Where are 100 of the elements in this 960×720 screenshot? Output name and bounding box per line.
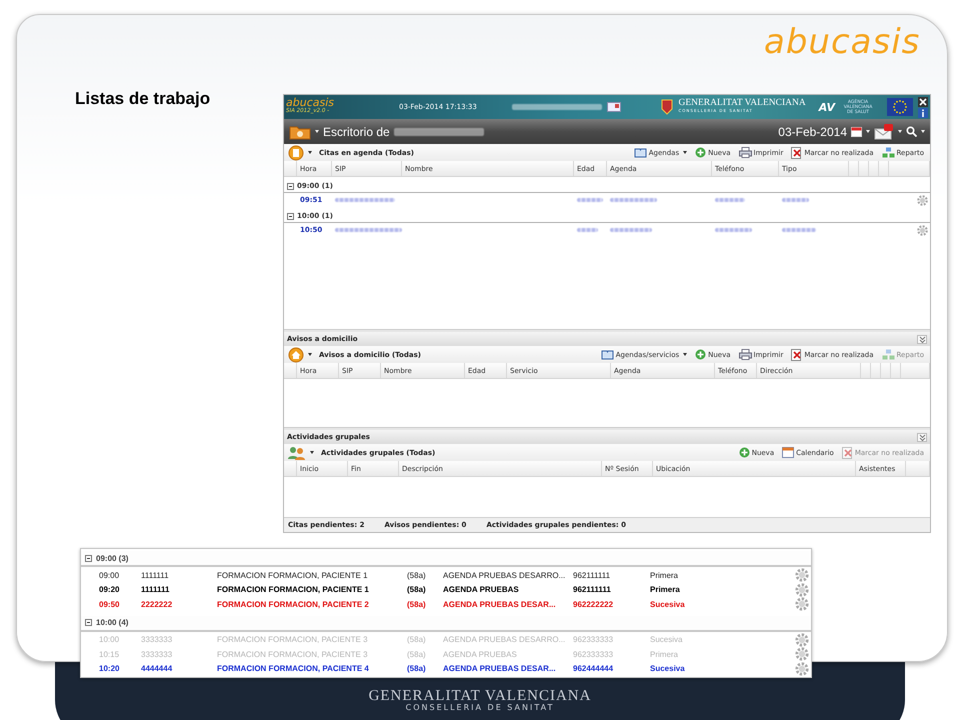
book-icon xyxy=(600,349,614,360)
agenda-cell-text: AGENDA PRUEBAS xyxy=(443,585,520,594)
footer-org-sub: CONSELLERIA DE SANITAT xyxy=(406,703,554,712)
age-cell-text: (58a) xyxy=(407,664,427,674)
time-cell-text: 10:15 xyxy=(99,650,120,659)
plus-icon xyxy=(695,147,706,158)
time-cell-text: 10:20 xyxy=(99,664,120,674)
info-icon xyxy=(919,108,927,116)
type-cell-text: Sucesiva xyxy=(650,635,684,644)
sip-cell-text: 2222222 xyxy=(141,600,174,609)
printer-icon xyxy=(738,349,752,360)
sip-cell-text: 3333333 xyxy=(141,635,174,644)
footer-org: GENERALITAT VALENCIANA xyxy=(368,689,592,703)
agenda-cell-text: AGENDA PRUEBAS DESAR... xyxy=(443,664,557,674)
current-date: 03-Feb-2014 xyxy=(778,124,847,138)
type-cell-text: Primera xyxy=(650,570,680,580)
agenda-cell-text: AGENDA PRUEBAS DESARRO... xyxy=(443,570,566,580)
type-cell-text: Sucesiva xyxy=(650,664,686,674)
time-cell-text: 09:20 xyxy=(99,585,120,594)
desk-title: Escritorio de xyxy=(323,124,390,138)
search-icon[interactable] xyxy=(906,126,917,137)
redacted-text xyxy=(610,228,652,232)
redacted-text xyxy=(577,198,603,202)
name-cell-text: FORMACION FORMACION, PACIENTE 2 xyxy=(217,600,370,609)
age-cell-text: (58a) xyxy=(407,650,427,659)
age-cell-text: (58a) xyxy=(407,600,427,609)
book-icon xyxy=(634,147,647,158)
name-cell-text: FORMACION FORMACION, PACIENTE 4 xyxy=(217,664,370,674)
collapse-icon[interactable] xyxy=(287,212,294,220)
info-button[interactable] xyxy=(918,108,928,118)
home-icon[interactable] xyxy=(288,346,304,362)
agency-logo: AV xyxy=(818,100,835,114)
plus-icon xyxy=(695,349,706,360)
name-cell-text: FORMACION FORMACION, PACIENTE 1 xyxy=(217,570,369,580)
redacted-text xyxy=(577,228,598,232)
type-cell-text: Primera xyxy=(650,585,681,594)
age-cell-text: (58a) xyxy=(407,570,427,580)
calendar-icon[interactable] xyxy=(851,126,862,137)
redacted-text xyxy=(335,228,402,232)
folder-icon[interactable] xyxy=(289,124,311,140)
redacted-text xyxy=(782,228,816,232)
slide-title: Listas de trabajo xyxy=(75,89,210,109)
caret-icon[interactable] xyxy=(310,451,314,454)
agenda-cell-text: AGENDA PRUEBAS xyxy=(443,650,518,659)
printer-icon xyxy=(738,147,752,158)
hierarchy-icon xyxy=(882,349,894,360)
group-label: 10:00 (4) xyxy=(96,618,128,627)
close-button[interactable] xyxy=(918,96,928,106)
phone-cell-text: 962333333 xyxy=(573,650,614,659)
collapse-button[interactable] xyxy=(917,432,927,442)
time-cell-text: 10:00 xyxy=(99,635,120,644)
caret-icon[interactable] xyxy=(308,353,312,356)
list-icon[interactable] xyxy=(288,144,304,160)
time-cell-text: 09:50 xyxy=(99,600,120,609)
cancel-icon xyxy=(791,348,802,360)
redacted-text xyxy=(335,198,395,202)
plus-icon xyxy=(738,447,750,458)
app-logo: abucasis xyxy=(286,98,336,107)
redacted-text xyxy=(782,198,809,202)
time-cell-text: 09:00 xyxy=(99,570,120,580)
mail-icon[interactable] xyxy=(874,124,894,140)
sip-cell-text: 3333333 xyxy=(141,650,174,659)
hierarchy-icon xyxy=(882,147,894,158)
agenda-cell-text: AGENDA PRUEBAS DESARRO... xyxy=(443,635,566,644)
flag-icon xyxy=(887,98,913,116)
chevrons-icon xyxy=(918,434,926,440)
agenda-cell-text: AGENDA PRUEBAS DESAR... xyxy=(443,600,557,609)
collapse-icon[interactable] xyxy=(287,182,294,190)
name-cell-text: FORMACION FORMACION, PACIENTE 1 xyxy=(217,585,370,594)
age-cell-text: (58a) xyxy=(407,585,427,594)
collapse-icon[interactable] xyxy=(85,554,92,562)
cancel-icon xyxy=(842,446,853,458)
phone-cell-text: 962111111 xyxy=(573,570,612,580)
phone-cell-text: 962222222 xyxy=(573,600,614,609)
close-icon xyxy=(919,98,927,106)
redacted-text xyxy=(715,228,752,232)
redacted-text xyxy=(715,198,745,202)
group-label: 09:00 (3) xyxy=(96,554,128,562)
name-cell-text: FORMACION FORMACION, PACIENTE 3 xyxy=(217,650,369,659)
type-cell-text: Primera xyxy=(650,650,680,659)
name-cell-text: FORMACION FORMACION, PACIENTE 3 xyxy=(217,635,369,644)
caret-icon[interactable] xyxy=(308,151,312,154)
type-cell-text: Sucesiva xyxy=(650,600,686,609)
card-icon xyxy=(606,102,621,112)
crest-icon xyxy=(661,99,674,115)
caret-icon xyxy=(683,353,688,356)
phone-cell-text: 962444444 xyxy=(573,664,614,674)
sip-cell-text: 4444444 xyxy=(141,664,174,674)
org-name: GENERALITAT VALENCIANA xyxy=(678,99,806,107)
collapse-icon[interactable] xyxy=(85,619,92,626)
phone-cell-text: 962333333 xyxy=(573,635,614,644)
caret-icon xyxy=(683,151,688,154)
calendar-icon xyxy=(782,447,794,458)
logo: abucasis xyxy=(764,22,920,62)
sip-cell-text: 1111111 xyxy=(141,585,170,594)
collapse-button[interactable] xyxy=(917,334,927,344)
sip-cell-text: 1111111 xyxy=(141,570,170,580)
age-cell-text: (58a) xyxy=(407,635,427,644)
phone-cell-text: 962111111 xyxy=(573,585,612,594)
redacted-text xyxy=(610,198,657,202)
